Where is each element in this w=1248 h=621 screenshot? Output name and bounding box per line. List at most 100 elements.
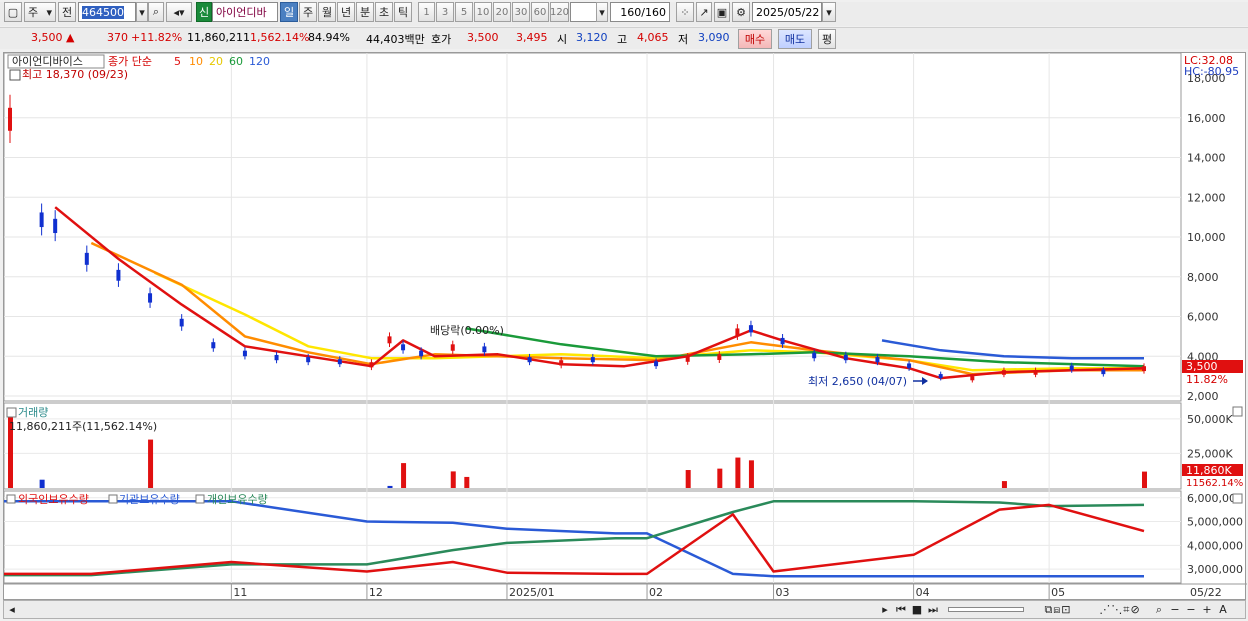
legend-foreign: 외국인보유수량	[18, 493, 89, 506]
candle-body	[559, 360, 564, 366]
volume-panel-close-icon[interactable]	[1232, 406, 1243, 417]
price-tag: 3,500	[1186, 360, 1218, 373]
holding-panel-close-icon[interactable]	[1232, 493, 1243, 504]
interval-button-20[interactable]: 20	[493, 2, 511, 22]
save-icon[interactable]: ▣	[714, 2, 730, 22]
holding-axis: 6,000,0005,000,0004,000,0003,000,000	[1187, 492, 1243, 576]
font-size-icon[interactable]: A	[1216, 602, 1230, 617]
drawing-tools-icon[interactable]: ⧉⧈⊡	[1028, 602, 1088, 617]
volume-bar	[685, 470, 691, 488]
search-icon[interactable]: ⌕	[148, 2, 164, 22]
volume-title: 거래량	[18, 406, 48, 419]
candle-body	[116, 269, 121, 281]
chart-navigation-bar: ◂ ▸ ⏮ ■ ⏭ ⧉⧈⊡ ⋰⋱⌗⊘ ⌕ − − + A	[3, 600, 1246, 619]
timeframe-tab-6[interactable]: 틱	[394, 2, 412, 22]
count-value: 160	[620, 5, 642, 19]
sell-button[interactable]: 매도	[778, 29, 812, 49]
timeframe-tab-3[interactable]: 년	[337, 2, 355, 22]
high-price: 4,065	[637, 31, 669, 44]
volume-ratio: 1,562.14%	[250, 31, 310, 44]
interval-button-120[interactable]: 120	[550, 2, 569, 22]
scroll-left-icon[interactable]: ◂	[6, 602, 18, 617]
legend-institution: 기관보유수량	[119, 493, 180, 506]
volume-value: 11,860,211	[187, 31, 250, 44]
candle-body	[1033, 370, 1038, 375]
price-axis: 16,00014,00012,00010,0008,0006,0004,0002…	[1187, 72, 1226, 403]
rewind-icon[interactable]: ⏮	[894, 602, 908, 617]
zoom-slider[interactable]	[946, 602, 1026, 617]
holding-panel-toggle-icon[interactable]	[6, 494, 16, 504]
grid-icon[interactable]: ⁘	[676, 2, 694, 22]
indicator-tools-icon[interactable]: ⋰⋱⌗⊘	[1090, 602, 1150, 617]
interval-button-5[interactable]: 5	[455, 2, 473, 22]
line-draw-icon[interactable]: ↗	[696, 2, 712, 22]
timeframe-tab-2[interactable]: 월	[318, 2, 336, 22]
calendar-dropdown-icon[interactable]: ▾	[822, 2, 836, 22]
volume-bar	[1001, 481, 1007, 488]
candle-body	[590, 357, 595, 363]
candle-body	[450, 344, 455, 351]
date-field[interactable]: 2025/05/22	[752, 2, 822, 22]
zoom-glass-icon[interactable]: ⌕	[1152, 602, 1166, 617]
chart-area[interactable]: 16,000 14,000 12,000 10,000 8,000 6,000 4,000 2…	[0, 52, 1247, 600]
candle-body	[369, 362, 374, 368]
buy-button[interactable]: 매수	[738, 29, 772, 49]
candle-body	[970, 376, 975, 381]
date-label: 04	[916, 586, 930, 599]
chart-window-icon[interactable]: ▢	[4, 2, 22, 22]
timeframe-tab-5[interactable]: 초	[375, 2, 393, 22]
candle-body	[1001, 370, 1006, 375]
compare-button[interactable]: 전	[58, 2, 76, 22]
stop-icon[interactable]: ■	[910, 602, 924, 617]
volume-bar	[748, 460, 754, 488]
gear-icon[interactable]: ⚙	[732, 2, 750, 22]
eval-button[interactable]: 평	[818, 29, 836, 49]
count-field[interactable]: 160/160	[610, 2, 670, 22]
interval-button-1[interactable]: 1	[418, 2, 435, 22]
turnover-rate: 84.94%	[308, 31, 350, 44]
candle-body	[401, 344, 406, 351]
stock-name-field[interactable]: 아이언디바	[212, 2, 278, 22]
candle-body	[780, 337, 785, 345]
interval-button-3[interactable]: 3	[436, 2, 454, 22]
candle-body	[482, 346, 487, 353]
stock-code-input[interactable]: 464500	[78, 2, 136, 22]
candle-body	[211, 342, 216, 349]
date-label: 12	[369, 586, 383, 599]
scroll-right-icon[interactable]: ▸	[879, 602, 891, 617]
fast-forward-icon[interactable]: ⏭	[926, 602, 940, 617]
chevron-down-icon[interactable]: ▾	[596, 2, 608, 22]
timeframe-tab-4[interactable]: 분	[356, 2, 374, 22]
zoom-out-icon[interactable]: −	[1168, 602, 1182, 617]
candle-body	[274, 354, 279, 361]
interval-button-30[interactable]: 30	[512, 2, 530, 22]
date-label: 05	[1051, 586, 1065, 599]
zoom-in-icon[interactable]: +	[1200, 602, 1214, 617]
interval-button-60[interactable]: 60	[531, 2, 549, 22]
volume-bar	[401, 463, 407, 488]
period-type-select[interactable]: 주 ▾	[24, 2, 56, 22]
quote-bar: 3,500 ▲ 370 +11.82% 11,860,211 1,562.14%…	[0, 27, 1248, 49]
timeframe-tab-1[interactable]: 주	[299, 2, 317, 22]
candle-body	[387, 336, 392, 344]
volume-panel-frame	[3, 402, 1182, 490]
volume-tick: 50,000K	[1187, 413, 1233, 426]
interval-button-10[interactable]: 10	[474, 2, 492, 22]
candle-body	[84, 252, 89, 265]
holding-tick: 3,000,000	[1187, 563, 1243, 576]
volume-panel-toggle-icon[interactable]	[6, 407, 17, 418]
candle-body	[735, 328, 740, 336]
ex-dividend-label: 배당락(0.00%)	[430, 324, 504, 337]
timeframe-tab-0[interactable]: 일	[280, 2, 298, 22]
speaker-icon[interactable]: ◂▾	[166, 2, 192, 22]
chevron-down-icon[interactable]: ▾	[136, 2, 148, 22]
candle-body	[419, 350, 424, 357]
price-change-pct: +11.82%	[131, 31, 183, 44]
candle-body	[654, 361, 659, 367]
high-label: 고	[617, 33, 628, 46]
candle-body	[812, 352, 817, 359]
date-axis: 2024/0911122025/010203040505/22	[0, 583, 1247, 599]
calendar-icon[interactable]	[9, 69, 21, 81]
volume-bar	[387, 485, 393, 488]
ask-price-1: 3,500	[467, 31, 499, 44]
